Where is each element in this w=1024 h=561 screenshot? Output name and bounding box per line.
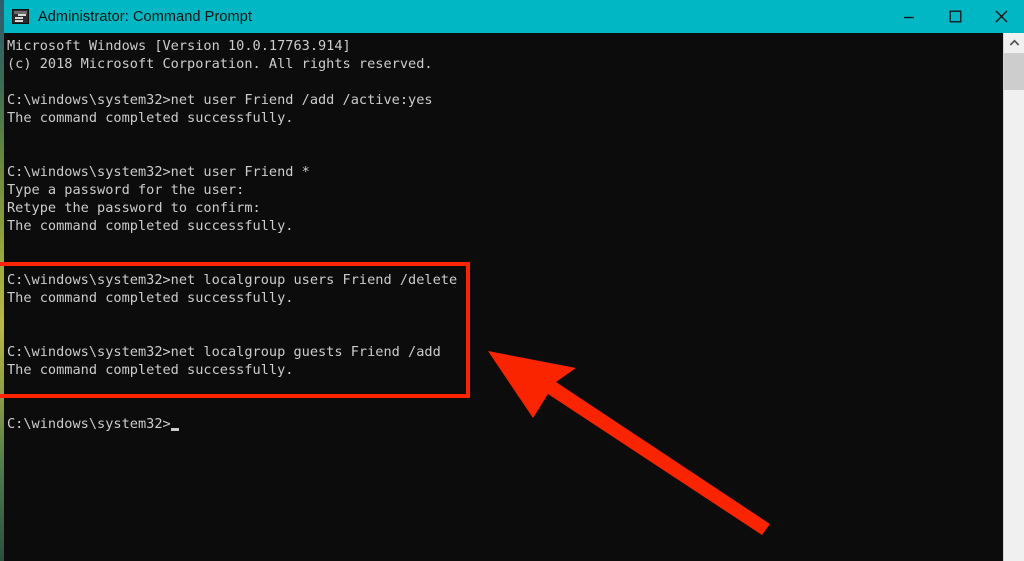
text-cursor [170,428,179,431]
minimize-icon [904,16,914,18]
console-icon [12,9,29,24]
scrollbar-thumb[interactable] [1004,53,1024,90]
scroll-up-button[interactable] [1004,33,1024,52]
maximize-icon [949,10,961,23]
command-prompt-window: Administrator: Command Prompt Microsoft … [4,0,1024,561]
window-controls [886,0,1024,33]
screenshot-root: Administrator: Command Prompt Microsoft … [0,0,1024,561]
close-icon [995,10,1007,23]
window-title: Administrator: Command Prompt [38,8,253,25]
console-output-area[interactable]: Microsoft Windows [Version 10.0.17763.91… [4,33,1024,561]
console-scrollbar[interactable] [1003,33,1024,561]
chevron-up-icon [1009,38,1019,46]
close-button[interactable] [978,0,1024,33]
console-text: Microsoft Windows [Version 10.0.17763.91… [7,38,458,432]
title-bar[interactable]: Administrator: Command Prompt [4,0,1024,33]
minimize-button[interactable] [886,0,932,33]
maximize-button[interactable] [932,0,978,33]
